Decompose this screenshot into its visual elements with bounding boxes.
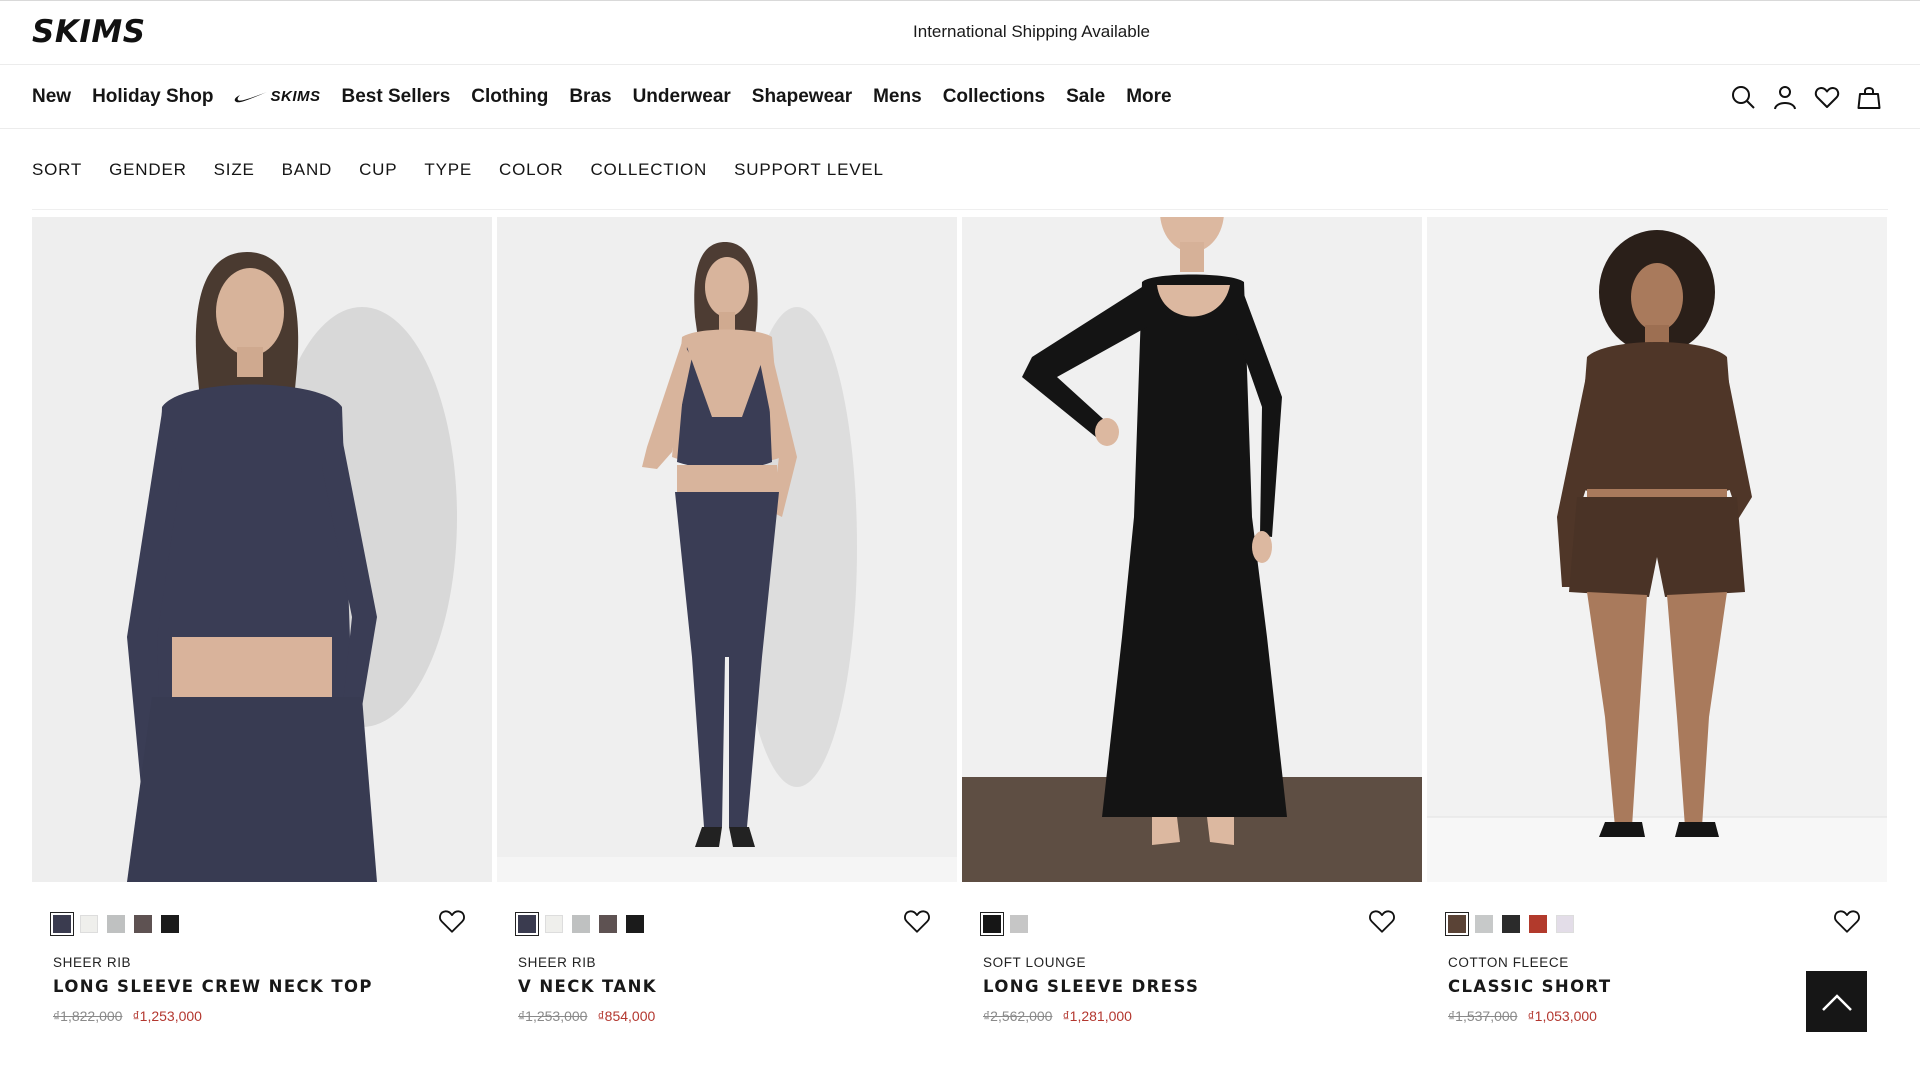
product-image[interactable] — [32, 217, 492, 882]
product-price: ₫1,822,000 ₫1,253,000 — [53, 1008, 202, 1024]
back-to-top-button[interactable] — [1806, 971, 1867, 1032]
nav-item-underwear[interactable]: Underwear — [633, 86, 731, 108]
product-collection: SHEER RIB — [518, 955, 597, 970]
sale-price: ₫854,000 — [597, 1008, 656, 1024]
swatch[interactable] — [161, 915, 179, 933]
wishlist-heart-icon[interactable] — [903, 907, 931, 935]
filter-type[interactable]: TYPE — [424, 160, 472, 180]
swatch[interactable] — [572, 915, 590, 933]
product-name[interactable]: LONG SLEEVE CREW NECK TOP — [53, 977, 373, 996]
original-price: ₫1,822,000 — [53, 1008, 123, 1024]
swatch-list — [980, 912, 1037, 936]
nike-skims-label: SKIMS — [270, 88, 321, 105]
filter-collection[interactable]: COLLECTION — [590, 160, 707, 180]
product-price: ₫1,537,000 ₫1,053,000 — [1448, 1008, 1597, 1024]
nav-item-mens[interactable]: Mens — [873, 86, 922, 108]
product-collection: SOFT LOUNGE — [983, 955, 1087, 970]
wishlist-heart-icon[interactable] — [1368, 907, 1396, 935]
swatch[interactable] — [134, 915, 152, 933]
main-nav: New Holiday Shop SKIMS Best Sellers Clot… — [0, 65, 1920, 129]
nike-swoosh-icon — [235, 91, 268, 102]
chevron-up-icon — [1821, 993, 1852, 1011]
search-icon[interactable] — [1728, 82, 1758, 112]
swatch[interactable] — [80, 915, 98, 933]
swatch[interactable] — [1445, 912, 1469, 936]
swatch[interactable] — [599, 915, 617, 933]
filter-size[interactable]: SIZE — [214, 160, 255, 180]
product-image[interactable] — [962, 217, 1422, 882]
swatch-list — [1445, 912, 1583, 936]
filter-divider — [32, 209, 1888, 210]
product-name[interactable]: V NECK TANK — [518, 977, 657, 996]
wishlist-icon[interactable] — [1812, 82, 1842, 112]
announcement-bar: SKIMS International Shipping Available — [0, 0, 1920, 65]
product-name[interactable]: CLASSIC SHORT — [1448, 977, 1612, 996]
swatch[interactable] — [1010, 915, 1028, 933]
filter-support-level[interactable]: SUPPORT LEVEL — [734, 160, 884, 180]
filter-cup[interactable]: CUP — [359, 160, 397, 180]
wishlist-heart-icon[interactable] — [1833, 907, 1861, 935]
announcement-text: International Shipping Available — [913, 22, 1150, 41]
swatch-list — [50, 912, 188, 936]
nav-item-shapewear[interactable]: Shapewear — [752, 86, 852, 108]
swatch[interactable] — [1475, 915, 1493, 933]
product-grid: SHEER RIB LONG SLEEVE CREW NECK TOP ₫1,8… — [32, 217, 1887, 1024]
nav-item-best-sellers[interactable]: Best Sellers — [342, 86, 451, 108]
swatch-list — [515, 912, 653, 936]
filter-bar: SORT GENDER SIZE BAND CUP TYPE COLOR COL… — [32, 160, 911, 180]
swatch[interactable] — [1556, 915, 1574, 933]
swatch[interactable] — [107, 915, 125, 933]
nav-item-bras[interactable]: Bras — [569, 86, 611, 108]
nav-item-new[interactable]: New — [32, 86, 71, 108]
wishlist-heart-icon[interactable] — [438, 907, 466, 935]
nav-item-clothing[interactable]: Clothing — [471, 86, 548, 108]
sale-price: ₫1,053,000 — [1527, 1008, 1597, 1024]
product-name[interactable]: LONG SLEEVE DRESS — [983, 977, 1199, 996]
swatch[interactable] — [515, 912, 539, 936]
sale-price: ₫1,281,000 — [1062, 1008, 1132, 1024]
swatch[interactable] — [1502, 915, 1520, 933]
nav-icons — [1716, 82, 1884, 112]
nav-item-nike-skims[interactable]: SKIMS — [234, 88, 320, 105]
product-card[interactable]: SHEER RIB V NECK TANK ₫1,253,000 ₫854,000 — [497, 217, 957, 1024]
swatch[interactable] — [1529, 915, 1547, 933]
nav-item-more[interactable]: More — [1126, 86, 1171, 108]
product-price: ₫2,562,000 ₫1,281,000 — [983, 1008, 1132, 1024]
sale-price: ₫1,253,000 — [132, 1008, 202, 1024]
nav-item-collections[interactable]: Collections — [943, 86, 1045, 108]
product-card[interactable]: COTTON FLEECE CLASSIC SHORT ₫1,537,000 ₫1… — [1427, 217, 1887, 1024]
swatch[interactable] — [626, 915, 644, 933]
product-price: ₫1,253,000 ₫854,000 — [518, 1008, 655, 1024]
swatch[interactable] — [980, 912, 1004, 936]
product-image[interactable] — [1427, 217, 1887, 882]
filter-band[interactable]: BAND — [282, 160, 332, 180]
product-collection: SHEER RIB — [53, 955, 132, 970]
bag-icon[interactable] — [1854, 82, 1884, 112]
filter-gender[interactable]: GENDER — [109, 160, 187, 180]
swatch[interactable] — [50, 912, 74, 936]
product-card[interactable]: SOFT LOUNGE LONG SLEEVE DRESS ₫2,562,000… — [962, 217, 1422, 1024]
product-collection: COTTON FLEECE — [1448, 955, 1569, 970]
product-card[interactable]: SHEER RIB LONG SLEEVE CREW NECK TOP ₫1,8… — [32, 217, 492, 1024]
swatch[interactable] — [545, 915, 563, 933]
filter-color[interactable]: COLOR — [499, 160, 563, 180]
nav-items: New Holiday Shop SKIMS Best Sellers Clot… — [32, 65, 1193, 128]
nav-item-holiday-shop[interactable]: Holiday Shop — [92, 86, 213, 108]
filter-sort[interactable]: SORT — [32, 160, 82, 180]
account-icon[interactable] — [1770, 82, 1800, 112]
original-price: ₫1,537,000 — [1448, 1008, 1518, 1024]
original-price: ₫2,562,000 — [983, 1008, 1053, 1024]
product-image[interactable] — [497, 217, 957, 882]
original-price: ₫1,253,000 — [518, 1008, 588, 1024]
nav-item-sale[interactable]: Sale — [1066, 86, 1105, 108]
